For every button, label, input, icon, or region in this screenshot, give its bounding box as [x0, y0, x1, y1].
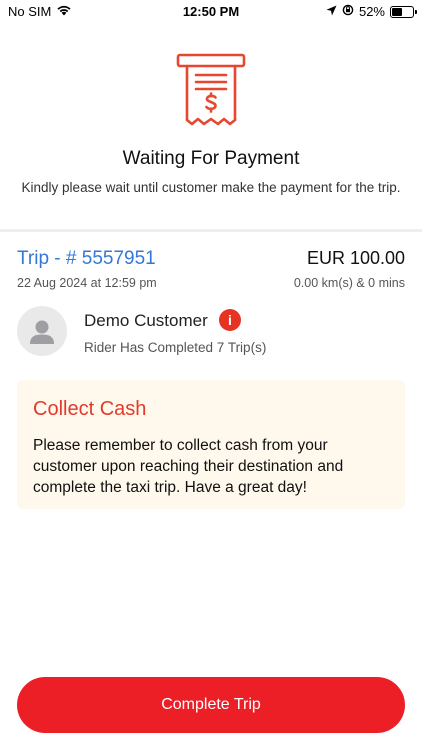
- trip-distance-time: 0.00 km(s) & 0 mins: [293, 276, 405, 290]
- battery-icon: [390, 5, 417, 18]
- customer-trip-count: Rider Has Completed 7 Trip(s): [84, 340, 267, 355]
- user-silhouette-icon: [30, 320, 54, 344]
- customer-name: Demo Customer: [84, 311, 208, 330]
- battery-percent: 52%: [358, 4, 385, 19]
- status-bar: No SIM 12:50 PM 52%: [0, 0, 422, 24]
- page-subtitle: Kindly please wait until customer make t…: [21, 180, 401, 195]
- battery-level: [392, 7, 403, 16]
- collect-cash-card: Collect Cash Please remember to collect …: [17, 380, 405, 509]
- section-divider: [0, 229, 422, 232]
- trip-date: 22 Aug 2024 at 12:59 pm: [17, 276, 157, 290]
- location-arrow-icon: [326, 4, 337, 19]
- orientation-lock-icon: [342, 4, 354, 19]
- complete-trip-button[interactable]: Complete Trip: [17, 677, 405, 733]
- trip-amount: EUR 100.00: [306, 248, 405, 268]
- receipt-dollar-icon: [175, 52, 247, 128]
- avatar: [17, 306, 67, 356]
- page-title: Waiting For Payment: [122, 148, 300, 169]
- collect-cash-message: Please remember to collect cash from you…: [33, 437, 344, 496]
- status-right: 52%: [326, 4, 417, 19]
- trip-id-link[interactable]: Trip - # 5557951: [17, 248, 156, 270]
- info-icon[interactable]: i: [219, 309, 241, 331]
- collect-cash-title: Collect Cash: [33, 398, 147, 420]
